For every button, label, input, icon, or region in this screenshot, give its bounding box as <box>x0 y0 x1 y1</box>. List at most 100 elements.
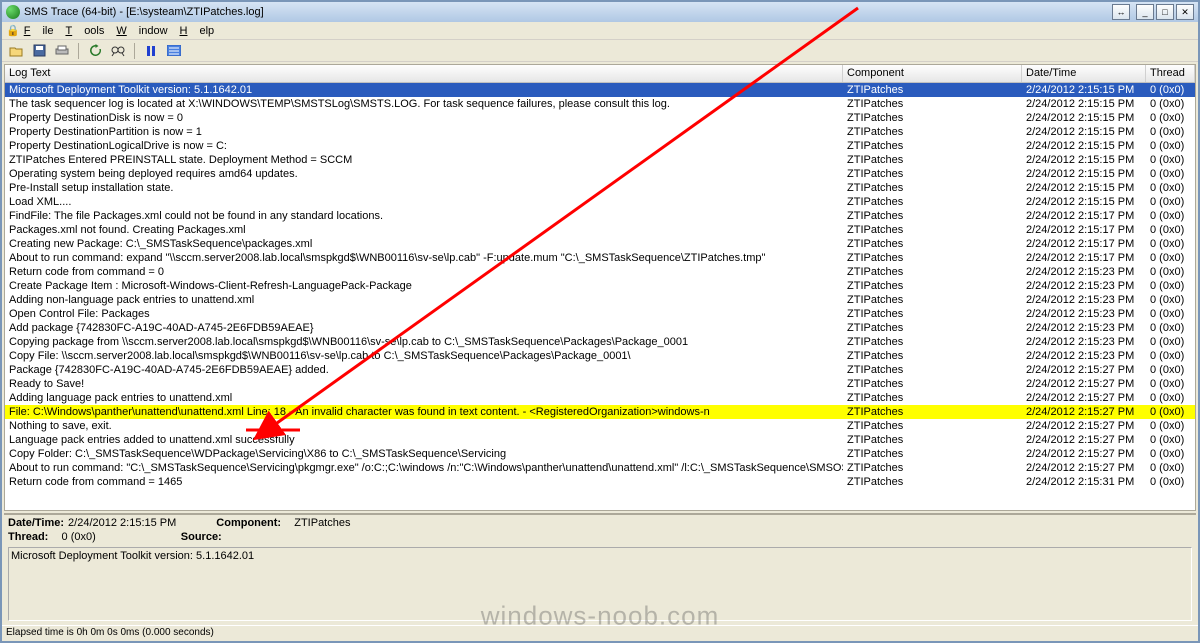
cell-datetime: 2/24/2012 2:15:27 PM <box>1022 419 1146 433</box>
cell-component: ZTIPatches <box>843 335 1022 349</box>
cell-datetime: 2/24/2012 2:15:23 PM <box>1022 349 1146 363</box>
cell-text: Creating new Package: C:\_SMSTaskSequenc… <box>5 237 843 251</box>
cell-thread: 0 (0x0) <box>1146 377 1195 391</box>
cell-component: ZTIPatches <box>843 307 1022 321</box>
menu-help[interactable]: Help <box>180 25 215 37</box>
cell-thread: 0 (0x0) <box>1146 405 1195 419</box>
detail-body[interactable]: Microsoft Deployment Toolkit version: 5.… <box>8 547 1192 621</box>
cell-text: Nothing to save, exit. <box>5 419 843 433</box>
log-row[interactable]: Nothing to save, exit.ZTIPatches2/24/201… <box>5 419 1195 433</box>
cell-thread: 0 (0x0) <box>1146 181 1195 195</box>
cell-component: ZTIPatches <box>843 461 1022 475</box>
cell-text: Copy File: \\sccm.server2008.lab.local\s… <box>5 349 843 363</box>
log-rows[interactable]: Microsoft Deployment Toolkit version: 5.… <box>5 83 1195 510</box>
minimize-button[interactable]: _ <box>1136 4 1154 20</box>
cell-component: ZTIPatches <box>843 83 1022 97</box>
titlebar[interactable]: SMS Trace (64-bit) - [E:\systeam\ZTIPatc… <box>2 2 1198 22</box>
cell-text: Add package {742830FC-A19C-40AD-A745-2E6… <box>5 321 843 335</box>
cell-component: ZTIPatches <box>843 209 1022 223</box>
cell-component: ZTIPatches <box>843 377 1022 391</box>
find-button[interactable] <box>108 42 128 60</box>
log-row[interactable]: Creating new Package: C:\_SMSTaskSequenc… <box>5 237 1195 251</box>
log-row[interactable]: Pre-Install setup installation state.ZTI… <box>5 181 1195 195</box>
cell-datetime: 2/24/2012 2:15:23 PM <box>1022 335 1146 349</box>
log-row[interactable]: Return code from command = 0ZTIPatches2/… <box>5 265 1195 279</box>
cell-datetime: 2/24/2012 2:15:15 PM <box>1022 181 1146 195</box>
cell-datetime: 2/24/2012 2:15:17 PM <box>1022 223 1146 237</box>
cell-component: ZTIPatches <box>843 475 1022 489</box>
cell-thread: 0 (0x0) <box>1146 139 1195 153</box>
mdi-restore-button[interactable]: ↔ <box>1112 4 1130 20</box>
cell-thread: 0 (0x0) <box>1146 111 1195 125</box>
cell-component: ZTIPatches <box>843 433 1022 447</box>
cell-thread: 0 (0x0) <box>1146 363 1195 377</box>
log-row[interactable]: Microsoft Deployment Toolkit version: 5.… <box>5 83 1195 97</box>
cell-datetime: 2/24/2012 2:15:27 PM <box>1022 405 1146 419</box>
col-header-text[interactable]: Log Text <box>5 65 843 82</box>
cell-thread: 0 (0x0) <box>1146 251 1195 265</box>
cell-thread: 0 (0x0) <box>1146 447 1195 461</box>
refresh-button[interactable] <box>85 42 105 60</box>
cell-component: ZTIPatches <box>843 167 1022 181</box>
log-row[interactable]: Adding language pack entries to unattend… <box>5 391 1195 405</box>
column-headers: Log Text Component Date/Time Thread <box>5 65 1195 83</box>
log-row[interactable]: Copying package from \\sccm.server2008.l… <box>5 335 1195 349</box>
col-header-datetime[interactable]: Date/Time <box>1022 65 1146 82</box>
log-row[interactable]: Ready to Save!ZTIPatches2/24/2012 2:15:2… <box>5 377 1195 391</box>
cell-text: Property DestinationLogicalDrive is now … <box>5 139 843 153</box>
menu-file[interactable]: FFileile <box>24 25 54 37</box>
cell-datetime: 2/24/2012 2:15:27 PM <box>1022 461 1146 475</box>
log-row[interactable]: About to run command: expand "\\sccm.ser… <box>5 251 1195 265</box>
log-row[interactable]: Create Package Item : Microsoft-Windows-… <box>5 279 1195 293</box>
log-row[interactable]: About to run command: "C:\_SMSTaskSequen… <box>5 461 1195 475</box>
print-button[interactable] <box>52 42 72 60</box>
open-button[interactable] <box>6 42 26 60</box>
log-row[interactable]: FindFile: The file Packages.xml could no… <box>5 209 1195 223</box>
log-row[interactable]: Package {742830FC-A19C-40AD-A745-2E6FDB5… <box>5 363 1195 377</box>
log-row[interactable]: ZTIPatches Entered PREINSTALL state. Dep… <box>5 153 1195 167</box>
log-row[interactable]: The task sequencer log is located at X:\… <box>5 97 1195 111</box>
cell-component: ZTIPatches <box>843 363 1022 377</box>
menu-window[interactable]: Window <box>116 25 167 37</box>
log-row[interactable]: Open Control File: PackagesZTIPatches2/2… <box>5 307 1195 321</box>
log-area: Log Text Component Date/Time Thread Micr… <box>4 64 1196 511</box>
log-row[interactable]: Packages.xml not found. Creating Package… <box>5 223 1195 237</box>
log-row[interactable]: Property DestinationLogicalDrive is now … <box>5 139 1195 153</box>
log-row[interactable]: Add package {742830FC-A19C-40AD-A745-2E6… <box>5 321 1195 335</box>
maximize-button[interactable]: □ <box>1156 4 1174 20</box>
log-row[interactable]: File: C:\Windows\panther\unattend\unatte… <box>5 405 1195 419</box>
log-row[interactable]: Adding non-language pack entries to unat… <box>5 293 1195 307</box>
menu-tools[interactable]: Tools <box>65 25 104 37</box>
cell-text: Adding non-language pack entries to unat… <box>5 293 843 307</box>
cell-text: Microsoft Deployment Toolkit version: 5.… <box>5 83 843 97</box>
close-button[interactable]: ✕ <box>1176 4 1194 20</box>
cell-datetime: 2/24/2012 2:15:15 PM <box>1022 83 1146 97</box>
cell-text: Return code from command = 1465 <box>5 475 843 489</box>
cell-datetime: 2/24/2012 2:15:15 PM <box>1022 195 1146 209</box>
pause-button[interactable] <box>141 42 161 60</box>
detail-datetime-value: 2/24/2012 2:15:15 PM <box>68 517 176 529</box>
highlight-button[interactable] <box>164 42 184 60</box>
log-row[interactable]: Copy Folder: C:\_SMSTaskSequence\WDPacka… <box>5 447 1195 461</box>
log-row[interactable]: Property DestinationPartition is now = 1… <box>5 125 1195 139</box>
log-row[interactable]: Operating system being deployed requires… <box>5 167 1195 181</box>
save-button[interactable] <box>29 42 49 60</box>
cell-datetime: 2/24/2012 2:15:17 PM <box>1022 209 1146 223</box>
cell-text: Package {742830FC-A19C-40AD-A745-2E6FDB5… <box>5 363 843 377</box>
log-row[interactable]: Return code from command = 1465ZTIPatche… <box>5 475 1195 489</box>
log-row[interactable]: Language pack entries added to unattend.… <box>5 433 1195 447</box>
detail-thread-value: 0 (0x0) <box>62 531 96 543</box>
log-row[interactable]: Copy File: \\sccm.server2008.lab.local\s… <box>5 349 1195 363</box>
col-header-component[interactable]: Component <box>843 65 1022 82</box>
log-row[interactable]: Load XML....ZTIPatches2/24/2012 2:15:15 … <box>5 195 1195 209</box>
cell-text: FindFile: The file Packages.xml could no… <box>5 209 843 223</box>
col-header-thread[interactable]: Thread <box>1146 65 1195 82</box>
log-row[interactable]: Property DestinationDisk is now = 0ZTIPa… <box>5 111 1195 125</box>
cell-datetime: 2/24/2012 2:15:27 PM <box>1022 447 1146 461</box>
cell-text: Property DestinationPartition is now = 1 <box>5 125 843 139</box>
cell-thread: 0 (0x0) <box>1146 265 1195 279</box>
cell-datetime: 2/24/2012 2:15:15 PM <box>1022 153 1146 167</box>
cell-text: Copying package from \\sccm.server2008.l… <box>5 335 843 349</box>
cell-datetime: 2/24/2012 2:15:15 PM <box>1022 125 1146 139</box>
cell-thread: 0 (0x0) <box>1146 433 1195 447</box>
